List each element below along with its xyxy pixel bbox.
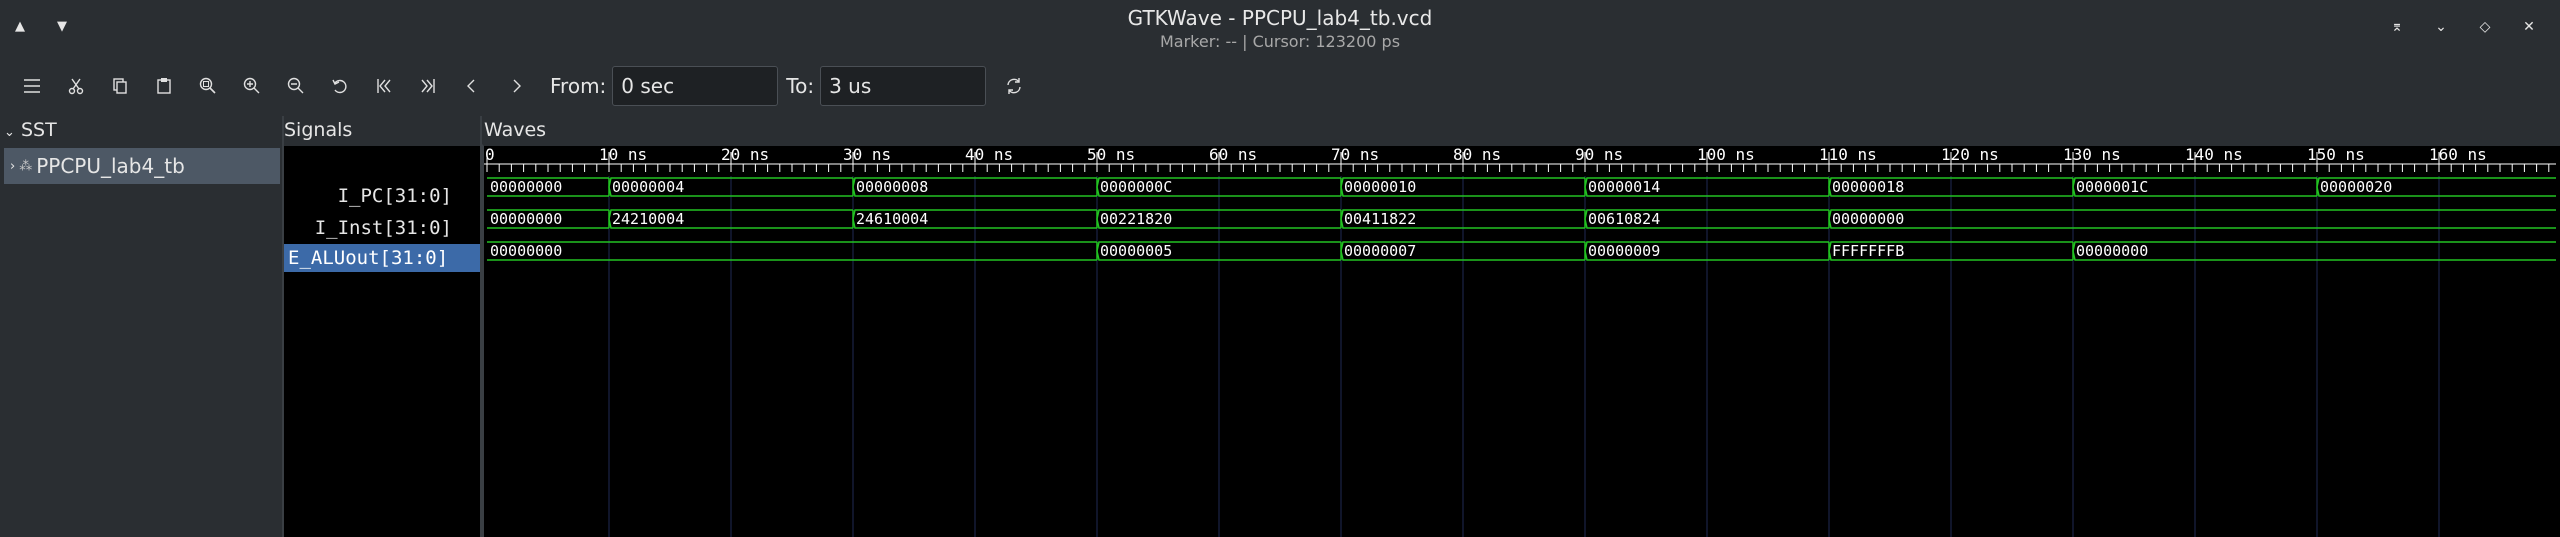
time-tick-label: 70 ns (1331, 146, 1379, 164)
zoom-fit-icon[interactable] (190, 68, 226, 104)
waveform-value-label: 00000014 (1588, 178, 1660, 196)
title-bar: ▲ ▼ GTKWave - PPCPU_lab4_tb.vcd Marker: … (0, 0, 2560, 56)
cut-icon[interactable] (58, 68, 94, 104)
time-tick-label: 50 ns (1087, 146, 1135, 164)
window-title: GTKWave - PPCPU_lab4_tb.vcd (1127, 6, 1433, 30)
previous-edge-icon[interactable] (454, 68, 490, 104)
waveform-value-label: 00000020 (2320, 178, 2392, 196)
zoom-out-icon[interactable] (278, 68, 314, 104)
to-label: To: (786, 74, 815, 98)
signal-i-inst[interactable]: I_Inst[31:0] (284, 214, 480, 242)
waveform-value-label: FFFFFFFB (1832, 242, 1904, 260)
reload-icon[interactable] (996, 68, 1032, 104)
hamburger-menu-icon[interactable] (14, 68, 50, 104)
waveform-segment (487, 241, 1097, 261)
next-edge-icon[interactable] (498, 68, 534, 104)
time-tick-label: 140 ns (2185, 146, 2243, 164)
waveform-value-label: 0000000C (1100, 178, 1172, 196)
time-tick-label: 160 ns (2429, 146, 2487, 164)
time-tick-label: 110 ns (1819, 146, 1877, 164)
chevron-right-icon[interactable]: › (10, 159, 15, 174)
time-tick-label: 150 ns (2307, 146, 2365, 164)
waveform-value-label: 00000009 (1588, 242, 1660, 260)
time-tick-label: 40 ns (965, 146, 1013, 164)
time-tick-label: 90 ns (1575, 146, 1623, 164)
time-tick-label: 10 ns (599, 146, 647, 164)
waveform-value-label: 00000004 (612, 178, 684, 196)
signals-pane: I_PC[31:0] I_Inst[31:0] E_ALUout[31:0] (284, 146, 480, 537)
from-label: From: (550, 74, 607, 98)
waveform-value-label: 00221820 (1100, 210, 1172, 228)
waveform-value-label: 00000010 (1344, 178, 1416, 196)
waveform-value-label: 00000000 (490, 242, 562, 260)
waveform-value-label: 00610824 (1588, 210, 1660, 228)
waveform-canvas[interactable]: 0 10 ns 20 ns 30 ns 40 ns 50 ns 60 ns 70 ns 80 n… (484, 146, 2560, 537)
signals-header: Signals (284, 119, 353, 141)
sst-item-ppcpu-lab4-tb[interactable]: › ⁂ PPCPU_lab4_tb (4, 148, 280, 184)
waveform-value-label: 24210004 (612, 210, 684, 228)
sst-header: ⌄ SST (0, 116, 280, 144)
time-tick-label: 100 ns (1697, 146, 1755, 164)
sst-title: SST (20, 119, 57, 141)
time-tick-label: 0 (485, 146, 495, 164)
waveform-value-label: 00000000 (490, 178, 562, 196)
paste-icon[interactable] (146, 68, 182, 104)
sst-item-label: PPCPU_lab4_tb (36, 154, 185, 178)
to-time-input[interactable]: 3 us (820, 66, 987, 106)
waveform-value-label: 0000001C (2076, 178, 2148, 196)
time-tick-label: 60 ns (1209, 146, 1257, 164)
signal-i-pc[interactable]: I_PC[31:0] (284, 182, 480, 210)
waveform-segment (1828, 209, 2556, 229)
waveform-value-label: 00000007 (1344, 242, 1416, 260)
go-to-end-icon[interactable] (410, 68, 446, 104)
window-controls: ⌆ ⌄ ◇ ✕ (2386, 16, 2540, 38)
sst-tree: › ⁂ PPCPU_lab4_tb (0, 146, 282, 537)
time-tick-label: 130 ns (2063, 146, 2121, 164)
waveform-value-label: 00000008 (856, 178, 928, 196)
time-tick-label: 20 ns (721, 146, 769, 164)
waveform-value-label: 00000000 (1832, 210, 1904, 228)
minimize-icon[interactable]: ⌄ (2430, 16, 2452, 38)
waves-pane[interactable]: 0 10 ns 20 ns 30 ns 40 ns 50 ns 60 ns 70 ns 80 n… (482, 144, 2560, 537)
copy-icon[interactable] (102, 68, 138, 104)
toolbar: From: 0 sec To: 3 us (0, 60, 2560, 112)
waveform-value-label: 00000018 (1832, 178, 1904, 196)
waveform-value-label: 00000005 (1100, 242, 1172, 260)
go-to-start-icon[interactable] (366, 68, 402, 104)
from-time-input[interactable]: 0 sec (612, 66, 779, 106)
time-tick-label: 120 ns (1941, 146, 1999, 164)
waveform-value-label: 00411822 (1344, 210, 1416, 228)
waveform-value-label: 24610004 (856, 210, 928, 228)
waveform-value-label: 00000000 (490, 210, 562, 228)
waves-header: Waves (484, 119, 547, 141)
module-icon: ⁂ (19, 158, 33, 174)
window-subtitle: Marker: -- | Cursor: 123200 ps (1159, 32, 1401, 51)
keep-below-icon[interactable]: ⌆ (2386, 16, 2408, 38)
time-tick-label: 30 ns (843, 146, 891, 164)
maximize-icon[interactable]: ◇ (2474, 16, 2496, 38)
close-icon[interactable]: ✕ (2518, 16, 2540, 38)
undo-zoom-icon[interactable] (322, 68, 358, 104)
zoom-in-icon[interactable] (234, 68, 270, 104)
waveform-value-label: 00000000 (2076, 242, 2148, 260)
chevron-down-icon[interactable]: ⌄ (4, 125, 15, 140)
signal-e-aluout[interactable]: E_ALUout[31:0] (284, 244, 480, 272)
time-tick-label: 80 ns (1453, 146, 1501, 164)
